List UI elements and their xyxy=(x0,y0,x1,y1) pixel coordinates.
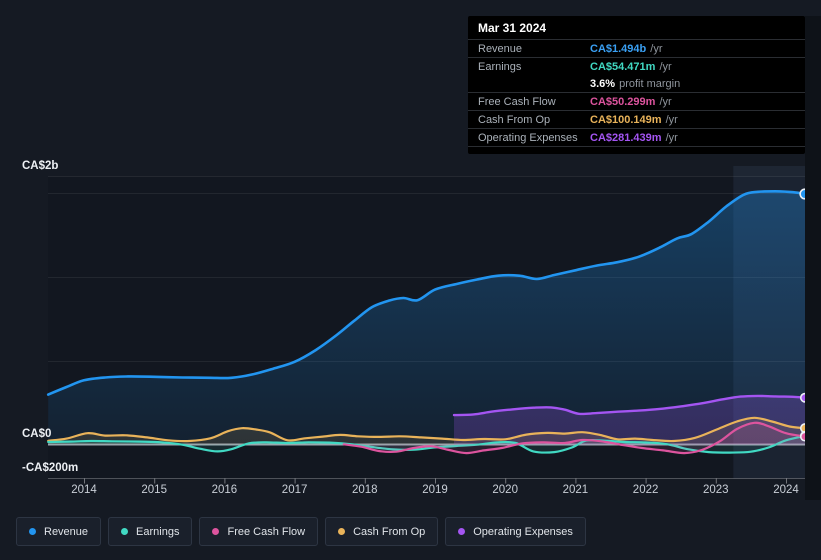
tooltip-label: Free Cash Flow xyxy=(478,95,556,108)
y-axis-label: CA$2b xyxy=(22,160,59,172)
operating-expenses-dot-icon xyxy=(458,528,466,535)
x-axis-label: 2017 xyxy=(281,484,308,496)
tooltip-suffix: /yr xyxy=(665,113,678,126)
tooltip-suffix: /yr xyxy=(650,42,663,55)
x-axis-label: 2016 xyxy=(211,484,238,496)
tooltip-row-cash-from-op: Cash From Op CA$100.149m /yr xyxy=(468,111,805,129)
y-axis-label: -CA$200m xyxy=(22,462,79,474)
legend-label: Cash From Op xyxy=(353,525,426,538)
x-axis-label: 2024 xyxy=(773,484,799,496)
tooltip-row-operating-expenses: Operating Expenses CA$281.439m /yr xyxy=(468,129,805,147)
x-axis-label: 2014 xyxy=(71,484,97,496)
tooltip-date: Mar 31 2024 xyxy=(468,16,805,40)
tooltip-value: CA$281.439m xyxy=(590,131,662,144)
tooltip-value: 3.6% xyxy=(590,77,616,90)
x-axis-label: 2023 xyxy=(703,484,729,496)
revenue-dot-icon xyxy=(29,528,36,535)
tooltip-suffix: /yr xyxy=(665,131,678,144)
tooltip-row-revenue: Revenue CA$1.494b /yr xyxy=(468,40,805,58)
free-cash-flow-dot-icon xyxy=(212,528,220,535)
page: { "page": {"background": "#151a23"}, "to… xyxy=(0,0,821,560)
x-axis-label: 2018 xyxy=(352,484,378,496)
x-axis-label: 2015 xyxy=(141,484,167,496)
y-axis-label: CA$0 xyxy=(22,428,52,440)
x-axis-label: 2020 xyxy=(492,484,518,496)
tooltip-row-earnings: Earnings CA$54.471m /yr xyxy=(468,58,805,75)
chart-legend: Revenue Earnings Free Cash Flow Cash From O… xyxy=(16,517,586,546)
legend-item-cash-from-op[interactable]: Cash From Op xyxy=(325,517,439,546)
x-axis-label: 2019 xyxy=(422,484,448,496)
legend-item-revenue[interactable]: Revenue xyxy=(16,517,102,546)
tooltip-value: CA$1.494b xyxy=(590,42,647,55)
cash-from-op-dot-icon xyxy=(338,528,346,535)
legend-item-earnings[interactable]: Earnings xyxy=(108,517,193,546)
tooltip-value: CA$54.471m xyxy=(590,60,656,73)
tooltip-label: Cash From Op xyxy=(478,113,551,126)
tooltip-suffix: profit margin xyxy=(619,77,681,90)
legend-item-operating-expenses[interactable]: Operating Expenses xyxy=(445,517,586,546)
chart-plot-area[interactable] xyxy=(48,160,807,479)
tooltip-label: Earnings xyxy=(478,60,522,73)
tooltip-label: Revenue xyxy=(478,42,523,55)
tooltip-row-profit-margin: 3.6% profit margin xyxy=(468,75,805,93)
legend-label: Revenue xyxy=(44,525,89,538)
earnings-dot-icon xyxy=(121,528,129,535)
tooltip-label: Operating Expenses xyxy=(478,131,578,144)
chart-right-margin xyxy=(805,16,821,500)
data-tooltip: Mar 31 2024 Revenue CA$1.494b /yr Earnin… xyxy=(468,16,805,154)
x-axis-label: 2022 xyxy=(632,484,659,496)
tooltip-value: CA$50.299m xyxy=(590,95,656,108)
tooltip-suffix: /yr xyxy=(659,60,672,73)
tooltip-value: CA$100.149m xyxy=(590,113,662,126)
legend-item-free-cash-flow[interactable]: Free Cash Flow xyxy=(199,517,319,546)
legend-label: Free Cash Flow xyxy=(227,525,306,538)
tooltip-row-free-cash-flow: Free Cash Flow CA$50.299m /yr xyxy=(468,93,805,111)
x-axis-label: 2021 xyxy=(562,484,589,496)
legend-label: Earnings xyxy=(136,525,180,538)
legend-label: Operating Expenses xyxy=(473,525,573,538)
tooltip-suffix: /yr xyxy=(659,95,672,108)
